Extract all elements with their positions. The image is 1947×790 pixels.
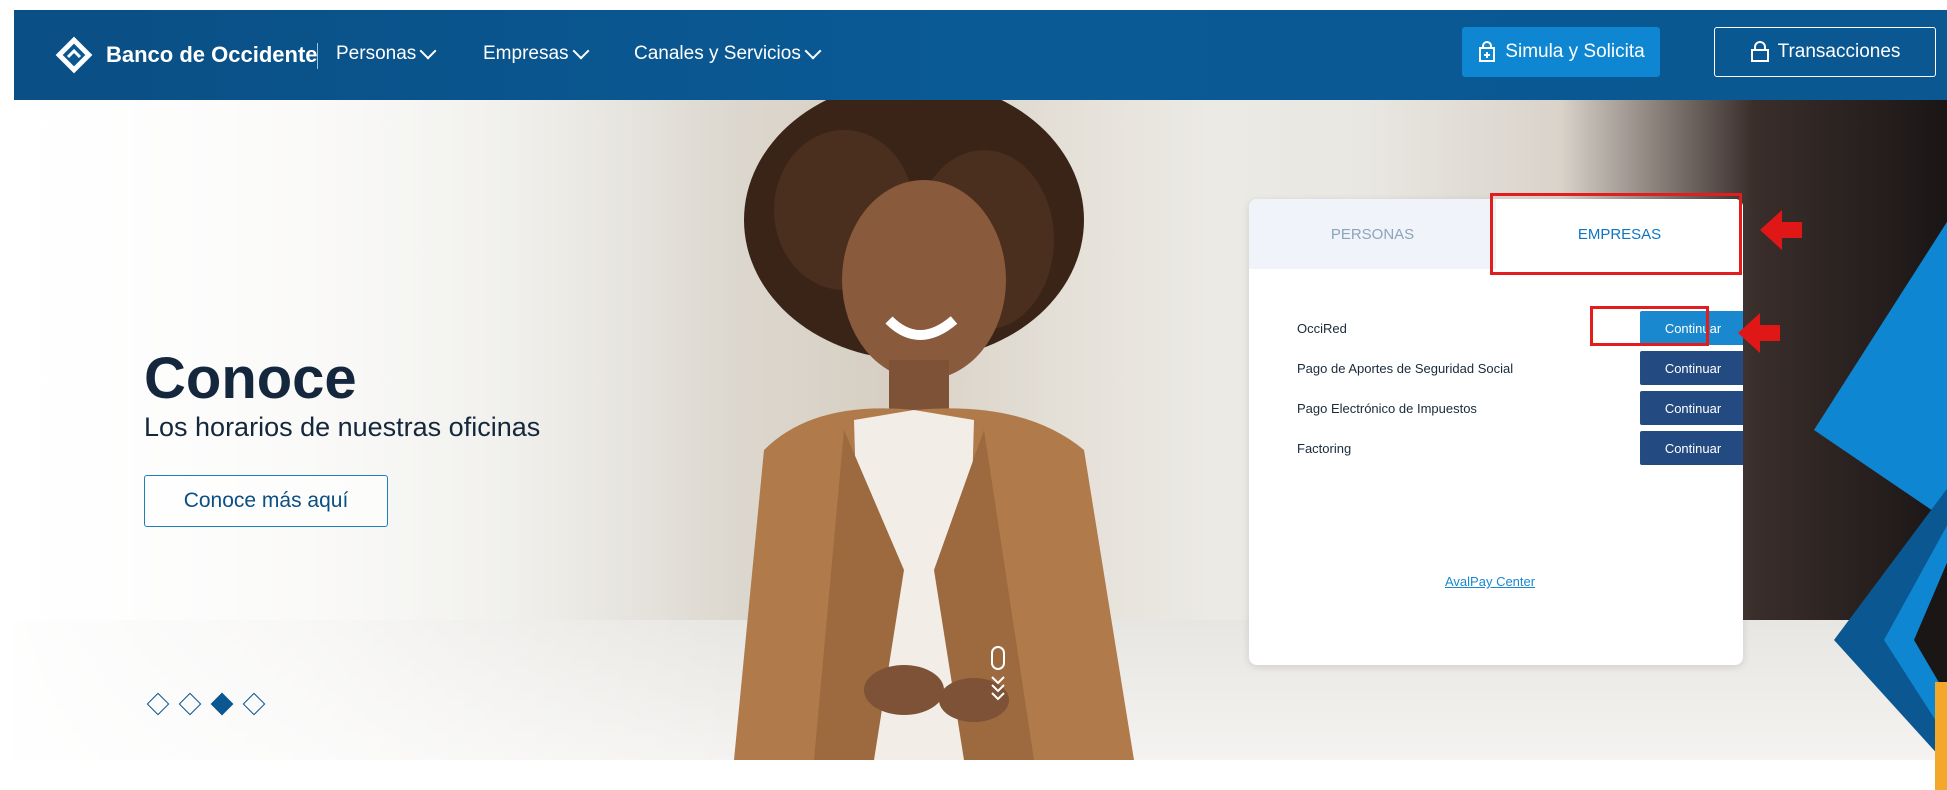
top-navbar: Banco de Occidente Personas Empresas Can… [14, 10, 1947, 100]
simula-label: Simula y Solicita [1505, 41, 1645, 62]
conoce-mas-button[interactable]: Conoce más aquí [144, 475, 388, 527]
service-row-factoring: Factoring Continuar [1297, 431, 1743, 465]
tab-personas[interactable]: PERSONAS [1249, 199, 1496, 269]
highlight-box-empresas-tab [1490, 193, 1742, 275]
transacciones-label: Transacciones [1777, 41, 1901, 62]
chevron-down-icon [419, 42, 437, 60]
service-row-seguridad-social: Pago de Aportes de Seguridad Social Cont… [1297, 351, 1743, 385]
decorative-diamond-shapes [1814, 221, 1947, 760]
nav-separator [317, 43, 318, 69]
service-label: Factoring [1297, 441, 1352, 456]
carousel-indicators [144, 692, 268, 716]
transacciones-button[interactable]: Transacciones [1714, 27, 1936, 77]
menu-canales-servicios[interactable]: Canales y Servicios [634, 42, 822, 65]
menu-empresas[interactable]: Empresas [483, 42, 590, 65]
shopping-bag-plus-icon [1477, 41, 1497, 63]
continuar-button[interactable]: Continuar [1640, 431, 1743, 465]
avalpay-center-link[interactable]: AvalPay Center [1445, 574, 1535, 589]
brand-logo[interactable]: Banco de Occidente [54, 32, 318, 78]
chevron-down-icon [804, 42, 822, 60]
service-row-impuestos: Pago Electrónico de Impuestos Continuar [1297, 391, 1743, 425]
simula-solicita-button[interactable]: Simula y Solicita [1462, 27, 1660, 77]
brand-name: Banco de Occidente [106, 42, 318, 67]
carousel-dot[interactable] [178, 692, 202, 716]
red-arrow-icon [1760, 210, 1802, 250]
menu-personas-label: Personas [336, 43, 417, 64]
red-arrow-icon [1738, 313, 1780, 353]
menu-canales-label: Canales y Servicios [634, 43, 801, 64]
hero-subtitle: Los horarios de nuestras oficinas [144, 412, 541, 442]
scroll-down-icon[interactable] [986, 645, 1010, 705]
highlight-box-continuar [1590, 306, 1709, 346]
top-strip [0, 0, 1947, 10]
carousel-dot-active[interactable] [210, 692, 234, 716]
carousel-dot[interactable] [146, 692, 170, 716]
chevron-down-icon [572, 42, 590, 60]
service-label: Pago Electrónico de Impuestos [1297, 401, 1477, 416]
hero-title: Conoce [144, 346, 357, 411]
carousel-dot[interactable] [242, 692, 266, 716]
continuar-button[interactable]: Continuar [1640, 351, 1743, 385]
service-label: Pago de Aportes de Seguridad Social [1297, 361, 1514, 376]
menu-empresas-label: Empresas [483, 43, 569, 64]
menu-personas[interactable]: Personas [336, 42, 437, 65]
continuar-button[interactable]: Continuar [1640, 391, 1743, 425]
side-tab-strip [1935, 682, 1947, 790]
lock-icon [1750, 41, 1770, 63]
bank-logo-icon [54, 35, 94, 75]
service-label: OcciRed [1297, 321, 1347, 336]
